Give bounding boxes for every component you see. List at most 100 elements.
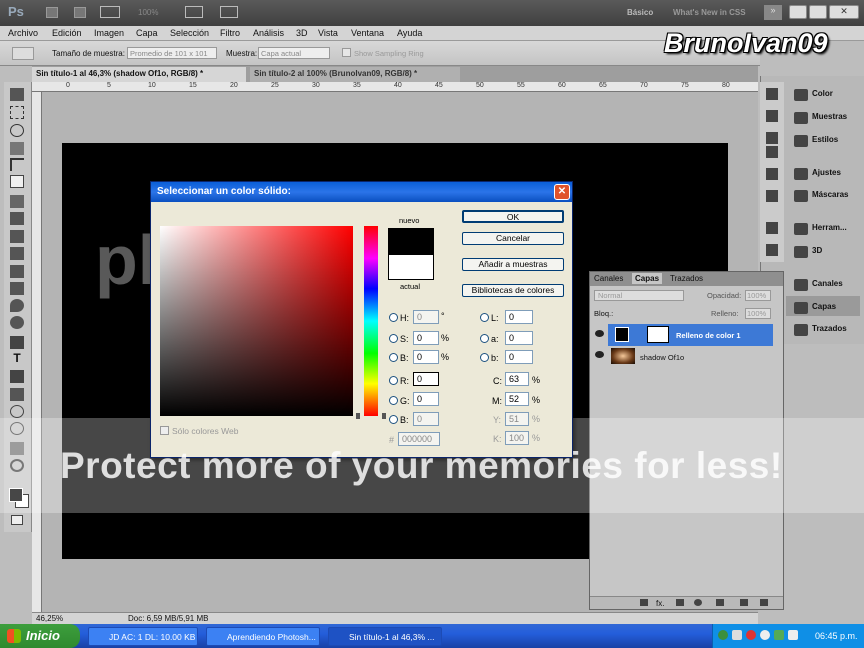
dodge-tool-icon[interactable] xyxy=(10,316,24,329)
type-tool-icon[interactable]: T xyxy=(10,352,24,365)
field-k[interactable]: 100 xyxy=(505,431,529,445)
menu-vista[interactable]: Vista xyxy=(318,28,338,38)
dock-layers[interactable]: Capas xyxy=(786,296,862,316)
tab-canales[interactable]: Canales xyxy=(594,274,623,283)
clock[interactable]: 06:45 p.m. xyxy=(815,631,858,641)
dialog-close-button[interactable]: ✕ xyxy=(554,184,570,200)
radio-g[interactable] xyxy=(389,396,398,405)
shape-tool-icon[interactable] xyxy=(10,388,24,401)
layer-mask-thumbnail[interactable] xyxy=(647,326,669,343)
dock-tools[interactable]: Herram... xyxy=(786,217,862,237)
close-button[interactable]: ✕ xyxy=(829,5,859,19)
taskbar-item-jd[interactable]: JD AC: 1 DL: 10.00 KB xyxy=(88,627,198,646)
color-libraries-button[interactable]: Bibliotecas de colores xyxy=(462,284,564,297)
pen-tool-icon[interactable] xyxy=(10,336,24,349)
tab-document-1[interactable]: Sin título-1 al 46,3% (shadow Of1o, RGB/… xyxy=(32,67,246,82)
menu-edicion[interactable]: Edición xyxy=(52,28,82,38)
delete-layer-icon[interactable] xyxy=(760,599,768,606)
radio-lab-b[interactable] xyxy=(480,353,489,362)
add-mask-icon[interactable] xyxy=(676,599,684,606)
tray-icon[interactable] xyxy=(732,630,742,640)
tool-presets-icon[interactable] xyxy=(766,146,778,158)
field-y[interactable]: 51 xyxy=(505,412,529,426)
hex-field[interactable]: 000000 xyxy=(398,432,440,446)
tray-icon[interactable] xyxy=(774,630,784,640)
menu-seleccion[interactable]: Selección xyxy=(170,28,209,38)
radio-l[interactable] xyxy=(480,313,489,322)
clone-stamp-tool-icon[interactable] xyxy=(10,230,24,243)
radio-blue[interactable] xyxy=(389,415,398,424)
dock-adjustments[interactable]: Ajustes xyxy=(786,162,862,182)
field-blue[interactable]: 0 xyxy=(413,412,439,426)
zoom-level[interactable]: 100% xyxy=(138,8,158,17)
tray-icon[interactable] xyxy=(788,630,798,640)
workspace-basic[interactable]: Básico xyxy=(627,8,653,17)
opacity-field[interactable]: 100% xyxy=(745,290,771,301)
radio-h[interactable] xyxy=(389,313,398,322)
field-b[interactable]: 0 xyxy=(413,350,439,364)
fill-field[interactable]: 100% xyxy=(745,308,771,319)
adjustment-layer-icon[interactable] xyxy=(694,599,702,606)
actions-icon[interactable] xyxy=(766,110,778,122)
color-field[interactable] xyxy=(160,226,353,416)
field-r[interactable]: 0 xyxy=(413,372,439,386)
field-lab-b[interactable]: 0 xyxy=(505,350,533,364)
field-l[interactable]: 0 xyxy=(505,310,533,324)
shadow-layer-thumbnail[interactable] xyxy=(611,348,635,364)
menu-ventana[interactable]: Ventana xyxy=(351,28,384,38)
navigator-icon[interactable] xyxy=(766,168,778,180)
tab-capas[interactable]: Capas xyxy=(632,273,663,284)
dock-3d[interactable]: 3D xyxy=(786,240,862,260)
field-h[interactable]: 0 xyxy=(413,310,439,324)
tray-icon[interactable] xyxy=(718,630,728,640)
menu-analisis[interactable]: Análisis xyxy=(253,28,284,38)
field-m[interactable]: 52 xyxy=(505,392,529,406)
clone-source-icon[interactable] xyxy=(766,244,778,256)
info-icon[interactable] xyxy=(766,132,778,144)
mini-bridge-icon[interactable] xyxy=(74,7,86,18)
status-zoom[interactable]: 46,25% xyxy=(36,614,63,623)
add-to-swatches-button[interactable]: Añadir a muestras xyxy=(462,258,564,271)
menu-filtro[interactable]: Filtro xyxy=(220,28,240,38)
history-brush-tool-icon[interactable] xyxy=(10,247,24,260)
layer-name-fill[interactable]: Relleno de color 1 xyxy=(676,331,741,340)
layer-name-shadow[interactable]: shadow Of1o xyxy=(640,353,684,362)
3d-rotate-tool-icon[interactable] xyxy=(10,405,24,418)
status-doc-size[interactable]: Doc: 6,59 MB/5,91 MB xyxy=(128,614,208,623)
tab-document-2[interactable]: Sin título-2 al 100% (BrunoIvan09, RGB/8… xyxy=(250,67,460,82)
radio-s[interactable] xyxy=(389,334,398,343)
bridge-icon[interactable] xyxy=(46,7,58,18)
move-tool-icon[interactable] xyxy=(10,88,24,101)
field-g[interactable]: 0 xyxy=(413,392,439,406)
radio-a[interactable] xyxy=(480,334,489,343)
radio-b[interactable] xyxy=(389,353,398,362)
brushes-icon[interactable] xyxy=(766,222,778,234)
dock-color[interactable]: Color xyxy=(786,83,862,103)
sample-size-select[interactable]: Promedio de 101 x 101 xyxy=(127,47,217,59)
history-icon[interactable] xyxy=(766,88,778,100)
hue-slider[interactable] xyxy=(364,226,378,416)
taskbar-item-photoshop[interactable]: Sin título-1 al 46,3% ... xyxy=(328,627,442,646)
ok-button[interactable]: OK xyxy=(462,210,564,223)
blur-tool-icon[interactable] xyxy=(10,299,24,312)
dock-styles[interactable]: Estilos xyxy=(786,129,862,149)
dock-paths[interactable]: Trazados xyxy=(786,318,862,338)
visibility-eye-icon[interactable] xyxy=(595,330,604,337)
web-only-checkbox[interactable] xyxy=(160,426,169,435)
hue-slider-handle[interactable] xyxy=(356,413,386,419)
quick-mask-icon[interactable] xyxy=(11,515,23,525)
path-selection-tool-icon[interactable] xyxy=(10,370,24,383)
crop-tool-icon[interactable] xyxy=(10,158,24,171)
histogram-icon[interactable] xyxy=(766,190,778,202)
radio-r[interactable] xyxy=(389,376,398,385)
field-s[interactable]: 0 xyxy=(413,331,439,345)
minimize-button[interactable] xyxy=(789,5,807,19)
menu-archivo[interactable]: Archivo xyxy=(8,28,38,38)
fill-layer-thumbnail[interactable] xyxy=(615,327,629,342)
restore-button[interactable] xyxy=(809,5,827,19)
cancel-button[interactable]: Cancelar xyxy=(462,232,564,245)
brush-tool-icon[interactable] xyxy=(10,212,24,225)
marquee-tool-icon[interactable] xyxy=(10,106,24,119)
eyedropper-tool-icon[interactable] xyxy=(10,175,24,188)
paint-bucket-tool-icon[interactable] xyxy=(10,282,24,295)
